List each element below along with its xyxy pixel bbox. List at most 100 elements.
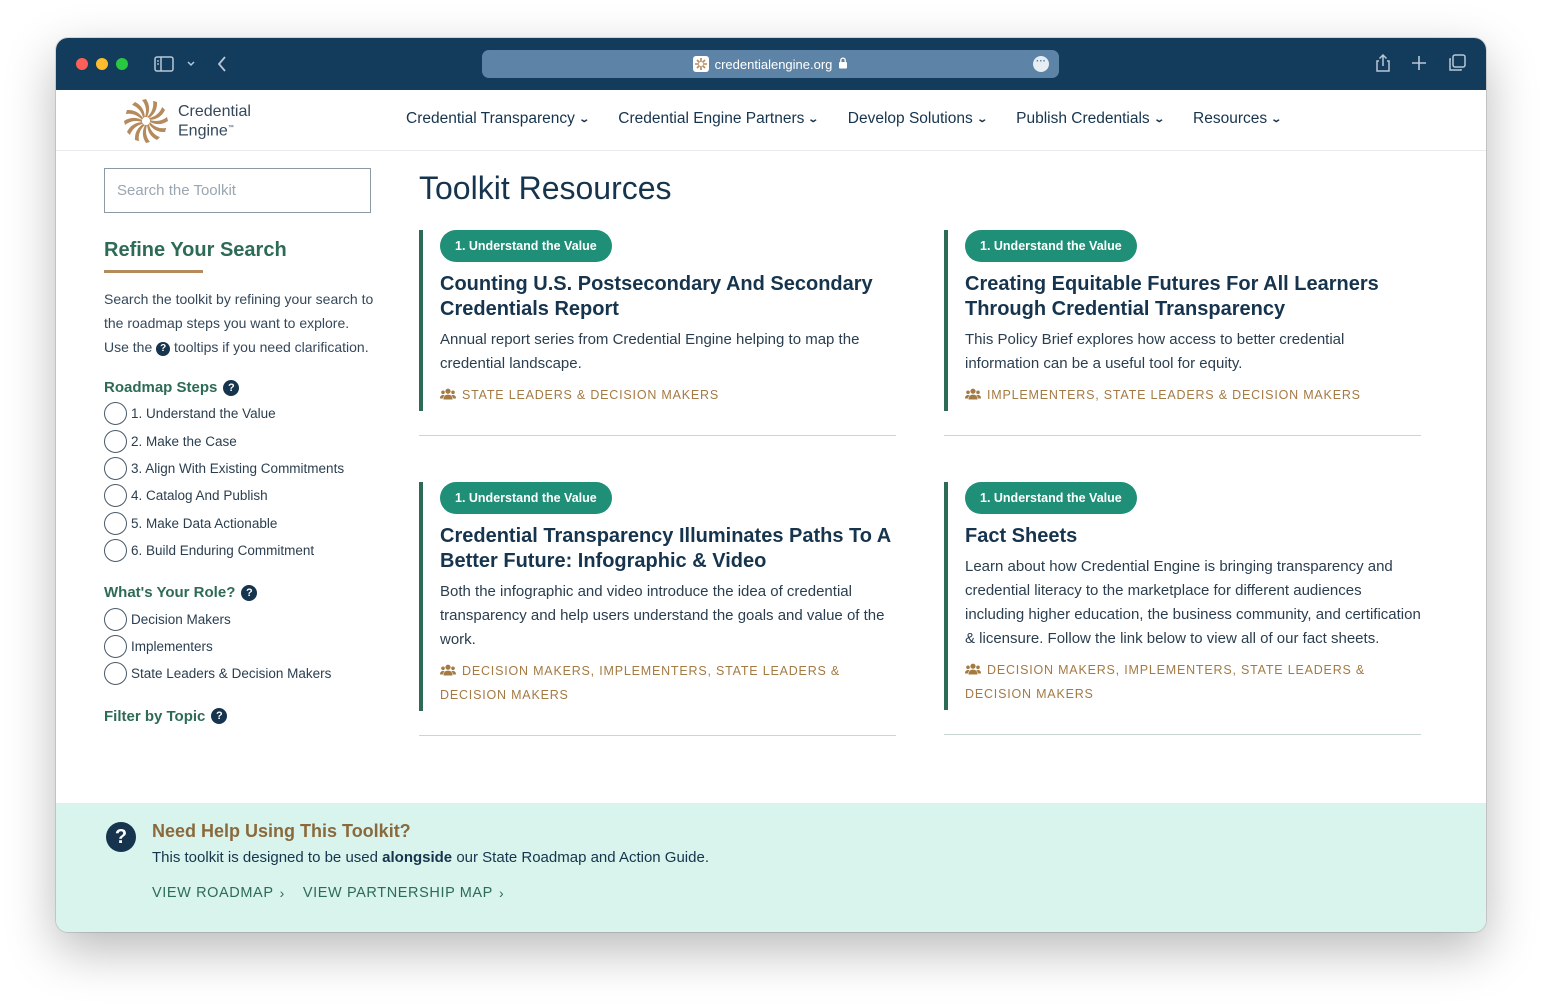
refine-search-description: Search the toolkit by refining your sear… bbox=[104, 287, 374, 359]
nav-label: Publish Credentials bbox=[1016, 110, 1150, 127]
url-text: credentialengine.org bbox=[714, 56, 833, 72]
option-label: 2. Make the Case bbox=[131, 433, 237, 449]
roadmap-step-option[interactable]: 5. Make Data Actionable bbox=[104, 510, 374, 537]
share-icon[interactable] bbox=[1374, 53, 1392, 77]
chevron-down-icon[interactable] bbox=[186, 57, 196, 75]
radio-button[interactable] bbox=[104, 634, 127, 658]
link-label: VIEW PARTNERSHIP MAP bbox=[302, 885, 493, 901]
users-icon bbox=[440, 388, 456, 400]
nav-resources[interactable]: Resources ⌄ bbox=[1193, 110, 1282, 128]
resource-card[interactable]: 1. Understand the Value Counting U.S. Po… bbox=[419, 230, 896, 436]
radio-button[interactable] bbox=[104, 607, 127, 631]
radio-button[interactable] bbox=[104, 539, 127, 563]
roadmap-step-option[interactable]: 1. Understand the Value bbox=[104, 400, 374, 427]
minimize-window-button[interactable] bbox=[96, 58, 108, 70]
audience-tags-text: Decision Makers, Implementers, State Lea… bbox=[965, 663, 1366, 701]
users-icon bbox=[965, 388, 981, 400]
option-label: Decision Makers bbox=[131, 611, 231, 627]
resource-description: This Policy Brief explores how access to… bbox=[965, 331, 1345, 372]
help-text-before: This toolkit is designed to be used bbox=[152, 849, 378, 866]
role-label: What's Your Role? bbox=[104, 584, 236, 602]
nav-label: Develop Solutions bbox=[847, 110, 973, 127]
roadmap-step-badge[interactable]: 1. Understand the Value bbox=[965, 482, 1137, 514]
refine-desc-line-2a: Use the bbox=[104, 339, 153, 355]
radio-button[interactable] bbox=[104, 662, 127, 686]
role-option[interactable]: Decision Makers bbox=[104, 605, 374, 632]
radio-button[interactable] bbox=[104, 456, 127, 480]
view-roadmap-link[interactable]: VIEW ROADMAP › bbox=[152, 885, 285, 901]
back-arrow-icon[interactable] bbox=[216, 55, 228, 77]
audience-tags: Decision Makers, Implementers, State Lea… bbox=[965, 658, 1421, 706]
radio-button[interactable] bbox=[104, 429, 127, 453]
view-partnership-map-link[interactable]: VIEW PARTNERSHIP MAP › bbox=[303, 885, 504, 901]
radio-button[interactable] bbox=[104, 484, 127, 508]
audience-tags-text: State Leaders & Decision Makers bbox=[462, 388, 720, 402]
nav-credential-transparency[interactable]: Credential Transparency ⌄ bbox=[406, 110, 590, 128]
address-bar[interactable]: credentialengine.org ··· bbox=[482, 50, 1059, 78]
site-header: Credential Engine™ Credential Transparen… bbox=[56, 90, 1486, 151]
roadmap-step-badge[interactable]: 1. Understand the Value bbox=[965, 230, 1137, 262]
role-tooltip-icon[interactable]: ? bbox=[241, 584, 258, 601]
role-filter: What's Your Role? ? Decision Makers Impl… bbox=[104, 584, 374, 687]
roadmap-step-option[interactable]: 4. Catalog And Publish bbox=[104, 482, 374, 509]
chevron-down-icon: ⌄ bbox=[807, 113, 820, 125]
audience-tags: Decision Makers, Implementers, State Lea… bbox=[440, 659, 896, 707]
resource-description: Learn about how Credential Engine is bri… bbox=[965, 558, 1421, 647]
tab-overview-icon[interactable] bbox=[1448, 54, 1466, 76]
nav-credential-engine-partners[interactable]: Credential Engine Partners ⌄ bbox=[618, 110, 820, 128]
logo-line-1: Credential bbox=[178, 102, 251, 120]
roadmap-steps-label: Roadmap Steps bbox=[104, 379, 218, 396]
topic-tooltip-icon[interactable]: ? bbox=[211, 708, 228, 725]
logo-mark-icon bbox=[124, 99, 168, 143]
resource-card[interactable]: 1. Understand the Value Credential Trans… bbox=[419, 482, 896, 736]
radio-button[interactable] bbox=[104, 511, 127, 535]
card-divider bbox=[419, 735, 896, 736]
roadmap-step-badge[interactable]: 1. Understand the Value bbox=[440, 230, 612, 262]
roadmap-step-badge[interactable]: 1. Understand the Value bbox=[440, 482, 612, 514]
toolkit-search-input[interactable] bbox=[104, 168, 371, 213]
resource-card[interactable]: 1. Understand the Value Fact Sheets Lear… bbox=[944, 482, 1421, 735]
nav-label: Credential Engine Partners bbox=[618, 110, 805, 127]
resource-title[interactable]: Creating Equitable Futures For All Learn… bbox=[965, 272, 1421, 322]
option-label: 3. Align With Existing Commitments bbox=[131, 460, 345, 476]
zoom-window-button[interactable] bbox=[116, 58, 128, 70]
topic-title: Filter by Topic ? bbox=[104, 708, 374, 725]
close-window-button[interactable] bbox=[76, 58, 88, 70]
card-divider bbox=[419, 435, 896, 436]
roadmap-step-option[interactable]: 3. Align With Existing Commitments bbox=[104, 455, 374, 482]
resource-card[interactable]: 1. Understand the Value Creating Equitab… bbox=[944, 230, 1421, 436]
logo-wordmark: Credential Engine™ bbox=[178, 103, 251, 139]
role-option[interactable]: State Leaders & Decision Makers bbox=[104, 660, 374, 687]
link-label: VIEW ROADMAP bbox=[152, 885, 274, 901]
nav-develop-solutions[interactable]: Develop Solutions ⌄ bbox=[847, 110, 988, 128]
audience-tags-text: Decision Makers, Implementers, State Lea… bbox=[440, 664, 841, 702]
option-label: 5. Make Data Actionable bbox=[131, 515, 278, 531]
question-circle-icon: ? bbox=[106, 822, 136, 852]
roadmap-step-option[interactable]: 2. Make the Case bbox=[104, 427, 374, 454]
users-icon bbox=[965, 663, 981, 675]
nav-publish-credentials[interactable]: Publish Credentials ⌄ bbox=[1016, 110, 1165, 128]
credential-engine-logo[interactable]: Credential Engine™ bbox=[120, 95, 251, 147]
refine-desc-line-1: Search the toolkit by refining your sear… bbox=[104, 291, 374, 331]
question-mark-icon: ? bbox=[156, 342, 171, 356]
refine-desc-line-2b: tooltips if you need clarification. bbox=[174, 339, 369, 355]
topic-filter: Filter by Topic ? bbox=[104, 708, 374, 725]
resource-title[interactable]: Fact Sheets bbox=[965, 524, 1421, 549]
radio-button[interactable] bbox=[104, 402, 127, 426]
option-label: Implementers bbox=[131, 638, 213, 654]
more-options-icon[interactable]: ··· bbox=[1033, 56, 1049, 72]
chevron-down-icon: ⌄ bbox=[976, 113, 988, 125]
topic-label: Filter by Topic bbox=[104, 707, 206, 725]
new-tab-icon[interactable] bbox=[1411, 55, 1427, 75]
sidebar-toggle-icon[interactable] bbox=[154, 56, 174, 76]
roadmap-step-option[interactable]: 6. Build Enduring Commitment bbox=[104, 537, 374, 564]
card-divider bbox=[944, 734, 1421, 735]
role-option[interactable]: Implementers bbox=[104, 633, 374, 660]
resource-title[interactable]: Counting U.S. Postsecondary And Secondar… bbox=[440, 272, 896, 322]
help-text-bold: alongside bbox=[382, 849, 453, 866]
browser-window: credentialengine.org ··· Credential Engi… bbox=[56, 38, 1486, 932]
help-text: This toolkit is designed to be used alon… bbox=[152, 849, 709, 866]
audience-tags-text: Implementers, State Leaders & Decision M… bbox=[987, 388, 1361, 402]
resource-title[interactable]: Credential Transparency Illuminates Path… bbox=[440, 524, 896, 574]
roadmap-tooltip-icon[interactable]: ? bbox=[223, 379, 240, 396]
